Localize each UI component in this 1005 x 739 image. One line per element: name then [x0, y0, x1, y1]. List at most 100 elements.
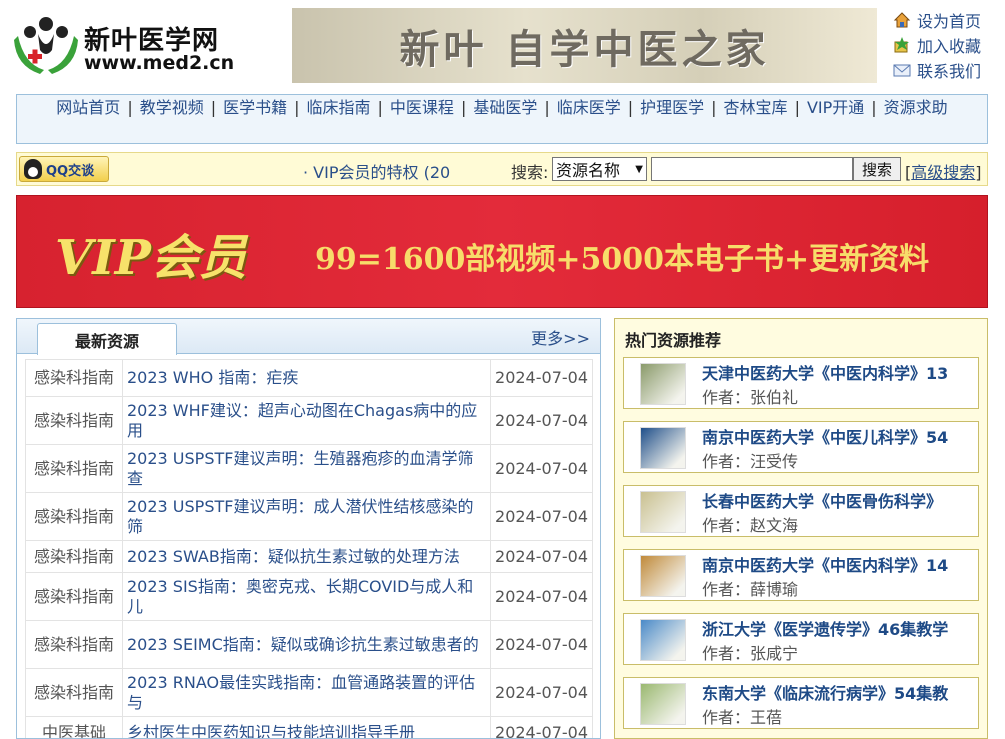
hot-resource-thumbnail[interactable] — [640, 555, 686, 597]
qq-chat-label: QQ交谈 — [46, 163, 95, 179]
latest-more-link[interactable]: 更多>> — [531, 325, 590, 349]
nav-item-tcm-courses[interactable]: 中医课程 — [390, 98, 454, 117]
hot-resource-thumbnail[interactable] — [640, 491, 686, 533]
hot-resources-title: 热门资源推荐 — [625, 331, 722, 350]
tab-latest-resources[interactable]: 最新资源 — [37, 323, 177, 355]
author-label: 作者： — [702, 644, 751, 663]
row-title-link[interactable]: 2023 SIS指南：奥密克戎、长期COVID与成人和儿 — [121, 572, 492, 621]
table-row: 感染科指南 2023 SEIMC指南：疑似或确诊抗生素过敏患者的 2024-07… — [25, 620, 593, 669]
set-homepage-link[interactable]: 设为首页 — [893, 7, 1005, 32]
nav-item-books[interactable]: 医学书籍 — [223, 98, 287, 117]
author-label: 作者： — [702, 516, 751, 535]
vip-banner-title: VIP会员 — [55, 230, 247, 286]
hot-resource-item[interactable]: 南京中医药大学《中医儿科学》54 作者：汪受传 — [623, 421, 979, 473]
row-category: 感染科指南 — [25, 444, 123, 493]
nav-item-guidelines[interactable]: 临床指南 — [307, 98, 371, 117]
row-title-link[interactable]: 2023 RNAO最佳实践指南：血管通路装置的评估与 — [121, 668, 492, 717]
row-category: 感染科指南 — [25, 620, 123, 669]
row-title-link[interactable]: 2023 SWAB指南：疑似抗生素过敏的处理方法 — [121, 540, 492, 573]
hot-resource-thumbnail[interactable] — [640, 363, 686, 405]
set-homepage-label: 设为首页 — [917, 11, 982, 31]
hot-resource-thumbnail[interactable] — [640, 683, 686, 725]
row-title-link[interactable]: 2023 SEIMC指南：疑似或确诊抗生素过敏患者的 — [121, 620, 492, 669]
header-banner[interactable]: 新叶 自学中医之家 — [292, 8, 877, 83]
latest-resources-table: 感染科指南 2023 WHO 指南：疟疾 2024-07-04 感染科指南 20… — [25, 359, 593, 738]
advanced-search-link[interactable]: 高级搜索 — [911, 163, 975, 182]
row-category: 感染科指南 — [25, 396, 123, 445]
row-date: 2024-07-04 — [490, 540, 593, 573]
table-row: 感染科指南 2023 SIS指南：奥密克戎、长期COVID与成人和儿 2024-… — [25, 572, 593, 621]
hot-resource-thumbnail[interactable] — [640, 427, 686, 469]
hot-resource-item[interactable]: 南京中医药大学《中医内科学》14 作者：薛博瑜 — [623, 549, 979, 601]
row-title-link[interactable]: 乡村医生中医药知识与技能培训指导手册 — [121, 716, 492, 738]
author-label: 作者： — [702, 580, 751, 599]
hot-resource-name[interactable]: 长春中医药大学《中医骨伤科学》 — [702, 488, 978, 512]
hot-resources-panel: 热门资源推荐 天津中医药大学《中医内科学》13 作者：张伯礼 南京中医药大学《中… — [614, 318, 988, 739]
advanced-search-close-bracket: ] — [975, 163, 982, 182]
search-type-select[interactable]: 资源名称 ▼ — [552, 157, 647, 181]
hot-resource-item[interactable]: 浙江大学《医学遗传学》46集教学 作者：张咸宁 — [623, 613, 979, 665]
nav-item-clinical-medicine[interactable]: 临床医学 — [557, 98, 621, 117]
vip-banner[interactable]: VIP会员 99=1600部视频+5000本电子书+更新资料 — [16, 195, 988, 308]
advanced-search: [高级搜索] — [905, 159, 982, 183]
row-date: 2024-07-04 — [490, 620, 593, 669]
contact-us-link[interactable]: 联系我们 — [893, 57, 1005, 82]
author-label: 作者： — [702, 708, 751, 727]
vip-notice-link[interactable]: · VIP会员的特权 (20 — [303, 159, 450, 183]
main-nav: 网站首页 | 教学视频 | 医学书籍 | 临床指南 | 中医课程 | 基础医学 | 临床医学 | 护理医学 |… — [16, 94, 988, 144]
hot-resource-name[interactable]: 天津中医药大学《中医内科学》13 — [702, 360, 978, 384]
row-date: 2024-07-04 — [490, 444, 593, 493]
contact-us-label: 联系我们 — [917, 61, 982, 81]
hot-resource-item[interactable]: 长春中医药大学《中医骨伤科学》 作者：赵文海 — [623, 485, 979, 537]
author-name: 张咸宁 — [750, 644, 799, 663]
hot-resource-author: 作者：张咸宁 — [702, 640, 798, 664]
row-title-link[interactable]: 2023 USPSTF建议声明：生殖器疱疹的血清学筛查 — [121, 444, 492, 493]
row-category: 感染科指南 — [25, 359, 123, 397]
row-title-link[interactable]: 2023 USPSTF建议声明：成人潜伏性结核感染的筛 — [121, 492, 492, 541]
hot-resource-name[interactable]: 东南大学《临床流行病学》54集教 — [702, 680, 978, 704]
search-label: 搜索: — [511, 163, 549, 182]
hot-resource-author: 作者：张伯礼 — [702, 384, 798, 408]
row-date: 2024-07-04 — [490, 359, 593, 397]
row-title-link[interactable]: 2023 WHO 指南：疟疾 — [121, 359, 492, 397]
add-favorite-link[interactable]: 加入收藏 — [893, 32, 1005, 57]
row-category: 中医基础 — [25, 716, 123, 738]
author-name: 薛博瑜 — [750, 580, 799, 599]
qq-chat-button[interactable]: QQ交谈 — [19, 156, 109, 182]
row-date: 2024-07-04 — [490, 716, 593, 738]
table-row: 中医基础 乡村医生中医药知识与技能培训指导手册 2024-07-04 — [25, 716, 593, 738]
hot-resource-name[interactable]: 南京中医药大学《中医内科学》14 — [702, 552, 978, 576]
table-row: 感染科指南 2023 USPSTF建议声明：成人潜伏性结核感染的筛 2024-0… — [25, 492, 593, 541]
row-category: 感染科指南 — [25, 540, 123, 573]
nav-item-home[interactable]: 网站首页 — [56, 98, 120, 117]
row-category: 感染科指南 — [25, 492, 123, 541]
nav-item-basic-medicine[interactable]: 基础医学 — [473, 98, 537, 117]
author-name: 汪受传 — [750, 452, 799, 471]
row-date: 2024-07-04 — [490, 492, 593, 541]
table-row: 感染科指南 2023 USPSTF建议声明：生殖器疱疹的血清学筛查 2024-0… — [25, 444, 593, 493]
hot-resource-name[interactable]: 南京中医药大学《中医儿科学》54 — [702, 424, 978, 448]
qq-penguin-icon — [24, 159, 42, 179]
nav-item-vip[interactable]: VIP开通 — [807, 98, 864, 117]
nav-item-xinglin[interactable]: 杏林宝库 — [724, 98, 788, 117]
site-logo[interactable]: 新叶医学网 www.med2.cn — [14, 14, 244, 76]
hot-resource-thumbnail[interactable] — [640, 619, 686, 661]
chevron-down-icon: ▼ — [635, 163, 643, 175]
table-row: 感染科指南 2023 WHO 指南：疟疾 2024-07-04 — [25, 359, 593, 397]
mail-icon — [893, 64, 911, 76]
nav-item-nursing[interactable]: 护理医学 — [640, 98, 704, 117]
hot-resource-item[interactable]: 东南大学《临床流行病学》54集教 作者：王蓓 — [623, 677, 979, 729]
hot-resource-author: 作者：赵文海 — [702, 512, 798, 536]
row-date: 2024-07-04 — [490, 572, 593, 621]
search-input[interactable] — [651, 157, 853, 181]
table-row: 感染科指南 2023 SWAB指南：疑似抗生素过敏的处理方法 2024-07-0… — [25, 540, 593, 573]
table-row: 感染科指南 2023 WHF建议：超声心动图在Chagas病中的应用 2024-… — [25, 396, 593, 445]
hot-resource-name[interactable]: 浙江大学《医学遗传学》46集教学 — [702, 616, 978, 640]
row-date: 2024-07-04 — [490, 668, 593, 717]
nav-item-request[interactable]: 资源求助 — [884, 98, 948, 117]
search-button[interactable]: 搜索 — [853, 157, 901, 181]
row-date: 2024-07-04 — [490, 396, 593, 445]
nav-item-videos[interactable]: 教学视频 — [140, 98, 204, 117]
hot-resource-item[interactable]: 天津中医药大学《中医内科学》13 作者：张伯礼 — [623, 357, 979, 409]
row-title-link[interactable]: 2023 WHF建议：超声心动图在Chagas病中的应用 — [121, 396, 492, 445]
